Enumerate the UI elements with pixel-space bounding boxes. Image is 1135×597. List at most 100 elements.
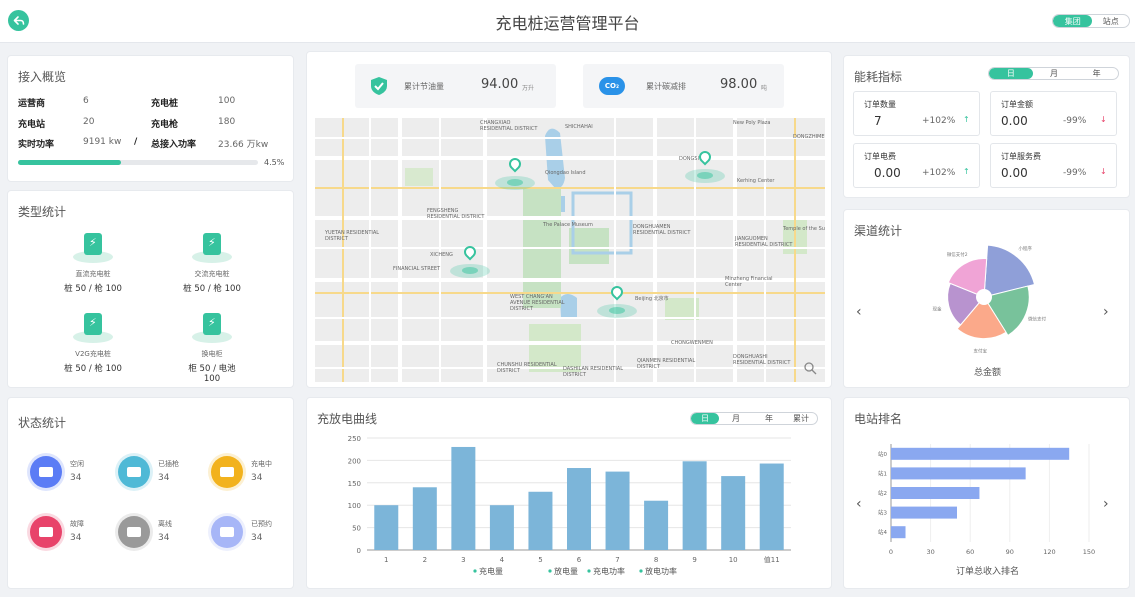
channel-caption: 总金额 — [973, 368, 1001, 378]
overview-value: 23.66 万kw — [218, 140, 269, 150]
x-tick-label: 7 — [615, 556, 619, 564]
legend-label: 放电功率 — [645, 566, 677, 576]
status-item: 空闲 34 — [30, 453, 110, 493]
type-value: 桩 50 / 枪 100 — [64, 364, 122, 374]
status-item: 已预约 34 — [211, 513, 291, 553]
energy-tabs: 日 月 年 — [988, 67, 1119, 80]
x-tick-label: 4 — [500, 556, 505, 564]
ranking-panel: 电站排名 ‹ › 0 30 60 90 120 150 站0 站1 站2 站3 站4 订单总收入排名 — [843, 397, 1130, 589]
bar — [451, 446, 476, 550]
pie-slice-label: 支付宝 — [974, 347, 988, 354]
energy-panel: 能耗指标 日 月 年 订单数量 7 +102% ↑ 订单金额 0.00 -99%… — [843, 55, 1130, 198]
y-tick-label: 100 — [348, 502, 361, 510]
separator: / — [134, 137, 138, 147]
type-name: V2G充电桩 — [75, 350, 111, 358]
tab-month[interactable]: 月 — [719, 413, 753, 424]
type-value: 柜 50 / 电池 100 — [188, 364, 236, 384]
map-panel: 累计节油量 94.00 万升 CO₂ 累计碳减排 98.00 吨 CHANGXI… — [306, 51, 832, 388]
charger-icon: ⚡ — [73, 311, 113, 345]
charge-curve-panel: 充放电曲线 日 月 年 累计 0 50 100 150 200 250 1 2 3 4 5 6 7 8 9 1… — [306, 397, 832, 589]
status-value: 34 — [251, 533, 263, 543]
map-label: FENGSHENG RESIDENTIAL DISTRICT — [427, 208, 485, 220]
energy-card: 订单金额 0.00 -99% ↓ — [990, 91, 1117, 136]
map-label: DASHILAN RESIDENTIAL DISTRICT — [563, 366, 624, 378]
rank-bar — [891, 467, 1026, 480]
tab-total[interactable]: 累计 — [785, 413, 817, 424]
status-stats-panel: 状态统计 空闲 34 已插枪 34 充电中 34 故障 34 离线 34 已预约… — [7, 397, 294, 589]
x-tick-label: 150 — [1083, 548, 1095, 556]
type-value: 桩 50 / 枪 100 — [183, 284, 241, 294]
energy-title: 能耗指标 — [854, 70, 903, 84]
overview-label: 充电枪 — [151, 120, 179, 130]
x-tick-label: 90 — [1006, 548, 1014, 556]
status-icon — [211, 456, 243, 488]
bar — [489, 505, 514, 550]
channel-next-button[interactable]: › — [1103, 304, 1109, 320]
y-tick-label: 0 — [357, 547, 361, 555]
tab-day[interactable]: 日 — [691, 413, 719, 424]
y-tick-label: 150 — [348, 480, 361, 488]
type-item: ⚡ 换电柜 柜 50 / 电池 100 — [182, 311, 242, 384]
bar — [412, 487, 437, 550]
bar — [644, 500, 669, 550]
overview-value: 6 — [83, 96, 89, 106]
map-label: CHUNSHU RESIDENTIAL DISTRICT — [497, 362, 557, 374]
map-label: Qiongdao Island — [545, 170, 586, 176]
status-stats-title: 状态统计 — [18, 416, 67, 430]
station-marker-icon[interactable] — [495, 155, 535, 190]
map-label: CHONGWENMEN — [671, 340, 713, 346]
energy-card-label: 订单服务费 — [1001, 152, 1041, 161]
bar — [374, 505, 399, 550]
station-marker-icon[interactable] — [597, 283, 637, 318]
channel-prev-button[interactable]: ‹ — [856, 304, 862, 320]
y-tick-label: 200 — [348, 457, 361, 465]
top-header: 充电桩运营管理平台 集团 站点 — [0, 0, 1135, 43]
energy-tab-year[interactable]: 年 — [1075, 68, 1118, 79]
station-marker-icon[interactable] — [450, 243, 490, 278]
charger-icon: ⚡ — [73, 231, 113, 265]
y-tick-label: 站1 — [878, 469, 887, 477]
overview-label: 实时功率 — [18, 140, 55, 150]
status-item: 已插枪 34 — [118, 453, 198, 493]
map-label: DONGHUASHI RESIDENTIAL DISTRICT — [733, 354, 791, 366]
overview-panel: 接入概览 运营商 6 充电桩 100 充电站 20 充电枪 180 实时功率 9… — [7, 55, 294, 182]
station-marker-icon[interactable] — [685, 148, 725, 183]
energy-card-value: 0.00 — [1001, 114, 1028, 128]
scope-option-station[interactable]: 站点 — [1092, 15, 1129, 27]
scope-option-group[interactable]: 集团 — [1053, 15, 1093, 27]
type-stats-panel: 类型统计 ⚡ 直流充电桩 桩 50 / 枪 100 ⚡ 交流充电桩 桩 50 /… — [7, 190, 294, 388]
bar — [605, 471, 630, 550]
y-tick-label: 250 — [348, 435, 361, 443]
ranking-chart: 0 30 60 90 120 150 站0 站1 站2 站3 站4 — [878, 444, 1095, 556]
type-name: 交流充电桩 — [194, 270, 230, 278]
trend-down-icon: ↓ — [1100, 115, 1107, 124]
fuel-saving-card: 累计节油量 94.00 万升 — [355, 64, 556, 108]
energy-tab-month[interactable]: 月 — [1033, 68, 1076, 79]
pie-slice-label: 现金 — [933, 306, 942, 313]
energy-tab-day[interactable]: 日 — [989, 68, 1033, 79]
energy-card-label: 订单电费 — [864, 152, 896, 161]
energy-card: 订单服务费 0.00 -99% ↓ — [990, 143, 1117, 188]
tab-year[interactable]: 年 — [753, 413, 785, 424]
bar — [528, 491, 553, 550]
legend-dot — [548, 569, 552, 573]
type-item: ⚡ 交流充电桩 桩 50 / 枪 100 — [182, 231, 242, 294]
map-label: SHICHAHAI — [565, 124, 593, 130]
status-name: 空闲 — [70, 460, 84, 468]
pie-slice-label: 小程序 — [1018, 245, 1032, 252]
station-map[interactable]: CHANGXIAO RESIDENTIAL DISTRICT SHICHAHAI N… — [315, 118, 825, 382]
trend-down-icon: ↓ — [1100, 167, 1107, 176]
map-search-icon[interactable] — [803, 361, 817, 375]
charge-curve-tabs: 日 月 年 累计 — [690, 412, 818, 425]
status-item: 充电中 34 — [211, 453, 291, 493]
status-icon — [118, 516, 150, 548]
overview-value: 9191 kw — [83, 137, 122, 147]
status-value: 34 — [70, 473, 82, 483]
carbon-reduction-label: 累计碳减排 — [646, 82, 686, 91]
energy-card-value: 0.00 — [1001, 166, 1028, 180]
bar — [721, 476, 746, 550]
map-label: Temple of the Sun — [783, 226, 825, 232]
overview-value: 20 — [83, 117, 95, 127]
legend-dot — [639, 569, 643, 573]
charge-curve-chart: 0 50 100 150 200 250 1 2 3 4 5 6 7 8 9 10 值11 充电量 放电量 充电功率 放… — [348, 435, 791, 576]
